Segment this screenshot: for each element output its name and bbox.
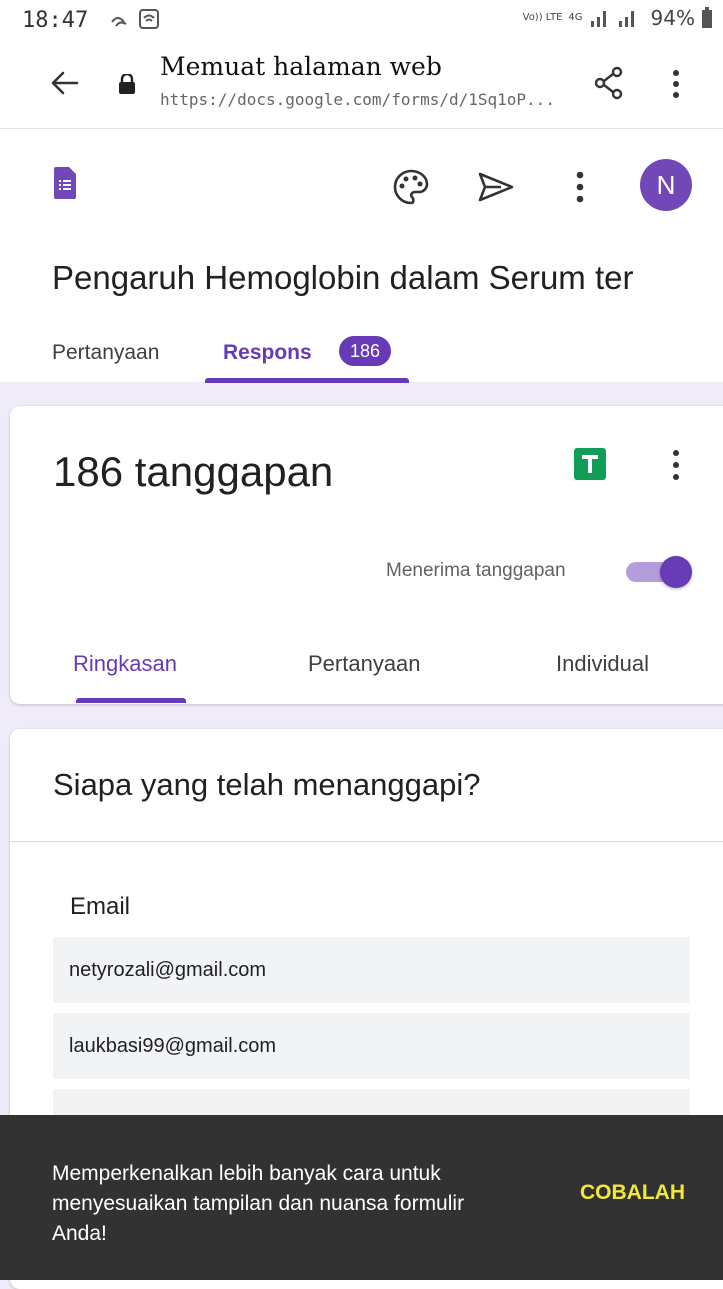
subtab-questions[interactable]: Pertanyaan	[308, 651, 421, 677]
page-url[interactable]: https://docs.google.com/forms/d/1Sq1oP..…	[160, 90, 555, 109]
notification-icon	[111, 9, 159, 29]
email-row: netyrozali@gmail.com	[53, 937, 690, 1003]
tab-responses[interactable]: Respons	[223, 341, 312, 365]
active-tab-indicator	[205, 378, 409, 383]
send-icon[interactable]	[477, 171, 515, 203]
responses-summary-card: 186 tanggapan Menerima tanggapan Ringkas…	[10, 406, 723, 704]
accepting-responses-toggle[interactable]	[624, 556, 692, 588]
browser-toolbar: Memuat halaman web https://docs.google.c…	[0, 38, 723, 129]
snackbar-action-button[interactable]: COBALAH	[580, 1181, 685, 1205]
more-vert-icon[interactable]	[668, 68, 684, 100]
volte-label: Vo)) LTE	[522, 12, 563, 23]
page-title: Memuat halaman web	[160, 52, 442, 81]
back-arrow-icon[interactable]	[50, 68, 80, 98]
sheets-icon[interactable]	[574, 448, 606, 480]
status-right: Vo)) LTE 4G 94%	[523, 6, 713, 30]
forms-header: N Pengaruh Hemoglobin dalam Serum ter Pe…	[0, 129, 723, 383]
network-label: 4G	[568, 12, 583, 23]
share-icon[interactable]	[594, 66, 624, 100]
lock-icon	[119, 74, 135, 94]
email-row: laukbasi99@gmail.com	[53, 1013, 690, 1079]
responders-title: Siapa yang telah menanggapi?	[53, 767, 481, 802]
response-count: 186 tanggapan	[53, 448, 334, 495]
snackbar-message: Memperkenalkan lebih banyak cara untuk m…	[52, 1162, 465, 1245]
signal-icon	[590, 11, 634, 27]
accepting-responses-label: Menerima tanggapan	[386, 560, 566, 581]
email-column-header: Email	[70, 893, 131, 920]
divider	[10, 841, 723, 842]
status-bar: 18:47 Vo)) LTE 4G 94%	[0, 0, 723, 38]
notification-icons	[110, 8, 162, 35]
snackbar: Memperkenalkan lebih banyak cara untuk m…	[0, 1115, 723, 1280]
palette-icon[interactable]	[393, 169, 429, 205]
battery-icon	[702, 7, 712, 28]
more-vert-icon[interactable]	[572, 169, 588, 205]
tab-questions[interactable]: Pertanyaan	[52, 341, 159, 365]
avatar[interactable]: N	[640, 159, 692, 211]
form-title: Pengaruh Hemoglobin dalam Serum ter	[52, 259, 634, 296]
active-subtab-indicator	[76, 698, 186, 703]
battery-percent: 94%	[650, 6, 695, 30]
more-vert-icon[interactable]	[668, 448, 684, 482]
forms-logo-icon[interactable]	[54, 167, 76, 199]
toggle-thumb	[660, 556, 692, 588]
subtab-individual[interactable]: Individual	[556, 651, 649, 677]
status-time: 18:47	[22, 8, 89, 33]
subtab-summary[interactable]: Ringkasan	[73, 651, 177, 677]
response-count-badge: 186	[339, 336, 391, 366]
